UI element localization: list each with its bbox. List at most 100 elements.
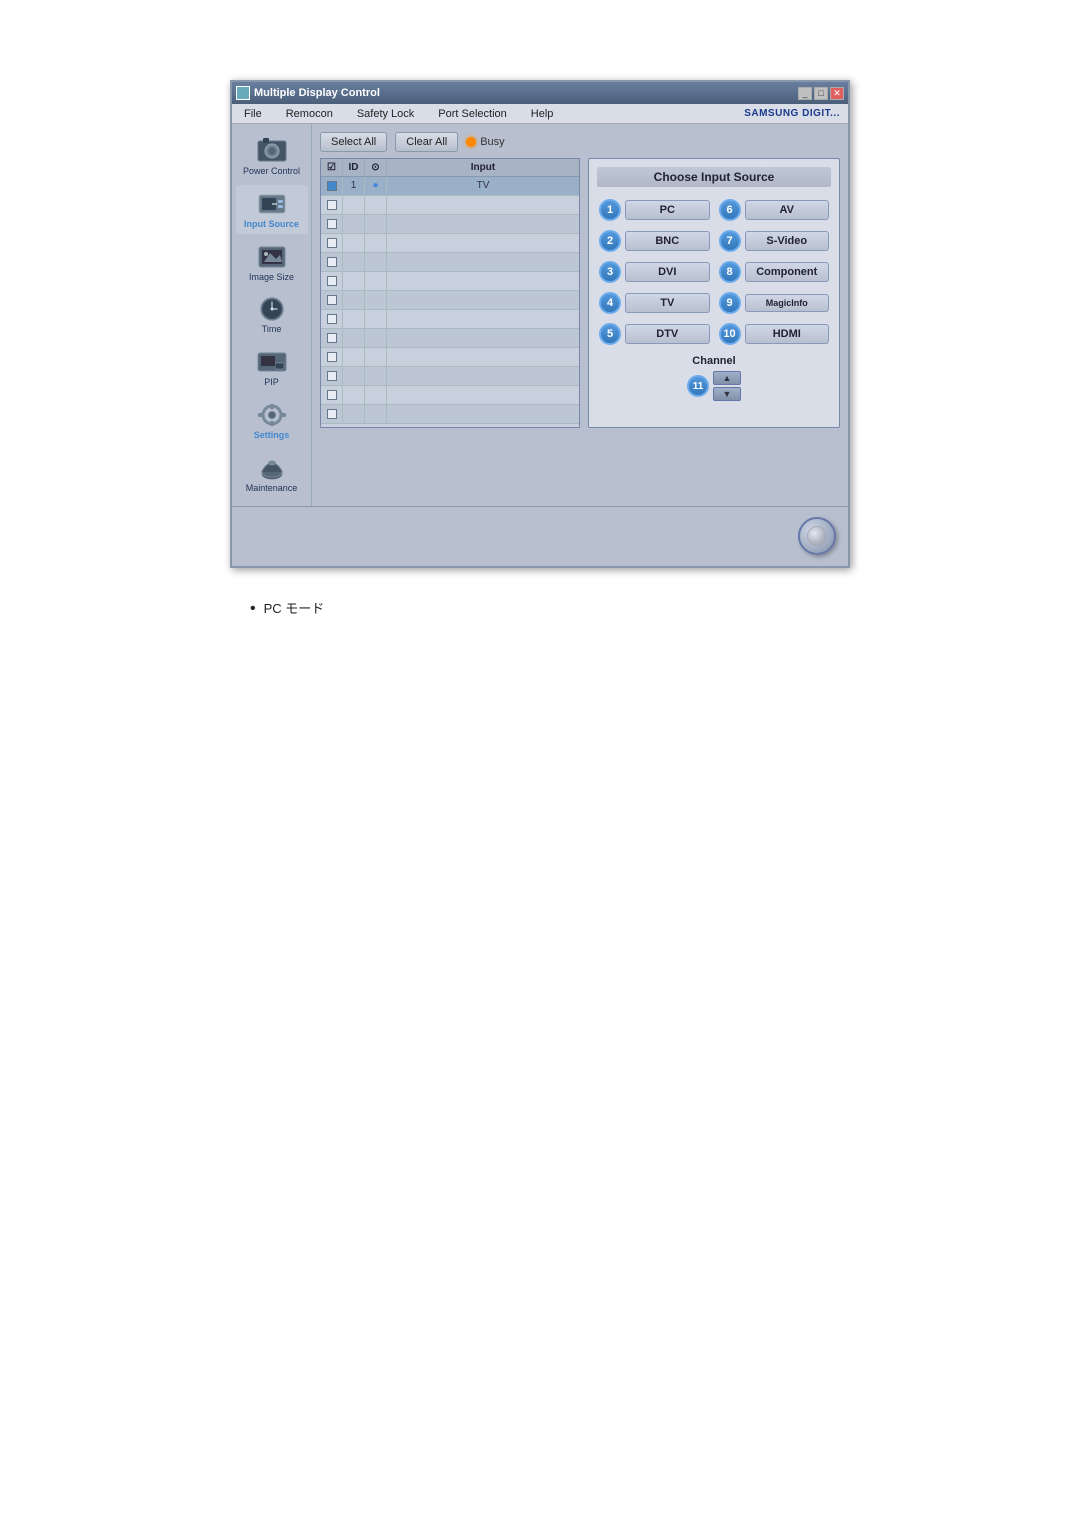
channel-controls: 11 ▲ ▼ — [687, 371, 741, 401]
pc-button[interactable]: PC — [625, 200, 710, 220]
note-text: PC モード — [264, 598, 325, 617]
clear-all-button[interactable]: Clear All — [395, 132, 458, 152]
titlebar: Multiple Display Control _ □ ✕ — [232, 82, 848, 104]
input-svideo-btn[interactable]: 7 S-Video — [717, 228, 832, 254]
row-check[interactable] — [321, 291, 343, 309]
row-check[interactable] — [321, 253, 343, 271]
table-row[interactable] — [321, 329, 579, 348]
row-id — [343, 329, 365, 347]
settings-icon — [254, 400, 290, 430]
row-input — [387, 291, 579, 309]
component-button[interactable]: Component — [745, 262, 830, 282]
menu-help[interactable]: Help — [527, 106, 558, 122]
row-check[interactable] — [321, 405, 343, 423]
maintenance-icon — [254, 453, 290, 483]
table-row[interactable] — [321, 272, 579, 291]
dvi-button[interactable]: DVI — [625, 262, 710, 282]
row-status — [365, 329, 387, 347]
row-check[interactable] — [321, 215, 343, 233]
sidebar-item-image-size[interactable]: Image Size — [236, 238, 308, 287]
row-id — [343, 234, 365, 252]
table-row[interactable] — [321, 405, 579, 424]
table-row[interactable] — [321, 234, 579, 253]
input-hdmi-btn[interactable]: 10 HDMI — [717, 321, 832, 347]
menu-remocon[interactable]: Remocon — [282, 106, 337, 122]
input-bnc-btn[interactable]: 2 BNC — [597, 228, 712, 254]
row-check[interactable] — [321, 177, 343, 195]
input-magicinfo-btn[interactable]: 9 MagicInfo — [717, 290, 832, 316]
table-row[interactable] — [321, 367, 579, 386]
input-pc-btn[interactable]: 1 PC — [597, 197, 712, 223]
table-wrapper: ☑ ID ⊙ Input 1 ● TV — [320, 158, 840, 498]
menu-file[interactable]: File — [240, 106, 266, 122]
panel-title: Choose Input Source — [597, 167, 831, 187]
row-status — [365, 310, 387, 328]
sidebar-item-maintenance[interactable]: Maintenance — [236, 449, 308, 498]
channel-down-button[interactable]: ▼ — [713, 387, 741, 401]
table-row[interactable] — [321, 386, 579, 405]
row-check[interactable] — [321, 367, 343, 385]
input-num-7: 7 — [719, 230, 741, 252]
sidebar-item-input-source[interactable]: Input Source — [236, 185, 308, 234]
row-status — [365, 253, 387, 271]
sidebar-item-settings[interactable]: Settings — [236, 396, 308, 445]
input-component-btn[interactable]: 8 Component — [717, 259, 832, 285]
row-status — [365, 405, 387, 423]
row-check[interactable] — [321, 272, 343, 290]
svideo-button[interactable]: S-Video — [745, 231, 830, 251]
apply-button[interactable] — [798, 517, 836, 555]
maximize-button[interactable]: □ — [814, 87, 828, 100]
note-area: • PC モード — [230, 598, 850, 617]
row-status: ● — [365, 177, 387, 195]
row-check[interactable] — [321, 348, 343, 366]
busy-dot — [466, 137, 476, 147]
row-check[interactable] — [321, 310, 343, 328]
row-status — [365, 215, 387, 233]
row-check[interactable] — [321, 386, 343, 404]
row-input — [387, 367, 579, 385]
row-input — [387, 253, 579, 271]
table-row[interactable] — [321, 310, 579, 329]
sidebar-label-input-source: Input Source — [244, 219, 299, 230]
input-source-icon — [254, 189, 290, 219]
toolbar-row: Select All Clear All Busy — [320, 132, 840, 152]
tv-button[interactable]: TV — [625, 293, 710, 313]
time-icon — [254, 294, 290, 324]
menu-port-selection[interactable]: Port Selection — [434, 106, 510, 122]
sidebar-label-time: Time — [262, 324, 282, 335]
bnc-button[interactable]: BNC — [625, 231, 710, 251]
row-check[interactable] — [321, 234, 343, 252]
table-row[interactable] — [321, 348, 579, 367]
sidebar-item-pip[interactable]: PIP — [236, 343, 308, 392]
row-status — [365, 367, 387, 385]
table-row[interactable] — [321, 215, 579, 234]
table-row[interactable]: 1 ● TV — [321, 177, 579, 196]
table-row[interactable] — [321, 196, 579, 215]
channel-arrows: ▲ ▼ — [713, 371, 741, 401]
input-dvi-btn[interactable]: 3 DVI — [597, 259, 712, 285]
sidebar-item-power-control[interactable]: Power Control — [236, 132, 308, 181]
input-tv-btn[interactable]: 4 TV — [597, 290, 712, 316]
row-check[interactable] — [321, 329, 343, 347]
window-title: Multiple Display Control — [254, 87, 380, 99]
input-av-btn[interactable]: 6 AV — [717, 197, 832, 223]
table-row[interactable] — [321, 253, 579, 272]
magicinfo-button[interactable]: MagicInfo — [745, 294, 830, 312]
av-button[interactable]: AV — [745, 200, 830, 220]
col-header-check: ☑ — [321, 159, 343, 176]
sidebar-item-time[interactable]: Time — [236, 290, 308, 339]
row-status — [365, 272, 387, 290]
menu-safety-lock[interactable]: Safety Lock — [353, 106, 418, 122]
close-button[interactable]: ✕ — [830, 87, 844, 100]
select-all-button[interactable]: Select All — [320, 132, 387, 152]
sidebar-label-power-control: Power Control — [243, 166, 300, 177]
input-dtv-btn[interactable]: 5 DTV — [597, 321, 712, 347]
channel-up-button[interactable]: ▲ — [713, 371, 741, 385]
row-check[interactable] — [321, 196, 343, 214]
main-panel: Select All Clear All Busy ☑ ID ⊙ — [312, 124, 848, 506]
row-id — [343, 405, 365, 423]
dtv-button[interactable]: DTV — [625, 324, 710, 344]
minimize-button[interactable]: _ — [798, 87, 812, 100]
hdmi-button[interactable]: HDMI — [745, 324, 830, 344]
table-row[interactable] — [321, 291, 579, 310]
